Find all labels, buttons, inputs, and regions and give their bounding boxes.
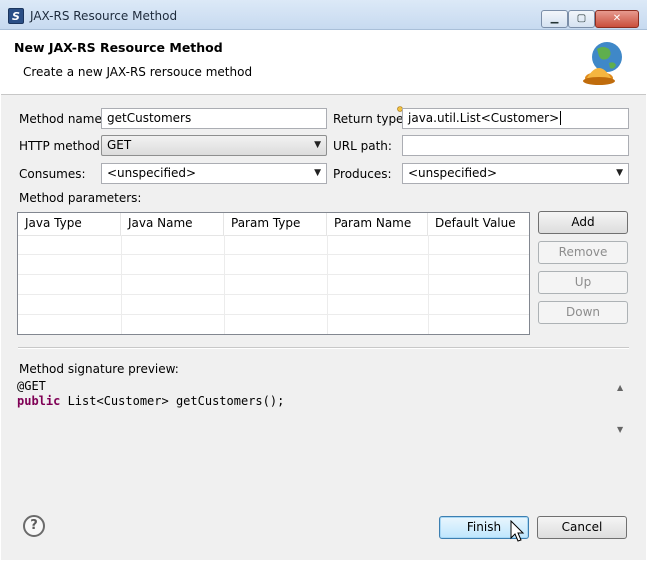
chevron-down-icon: ▼ [616,168,623,178]
table-row[interactable] [18,235,529,255]
column-divider [121,235,122,334]
minimize-button[interactable]: ▁ [541,10,568,28]
column-divider [327,235,328,334]
minimize-icon: ▁ [550,13,559,24]
column-header-param-type[interactable]: Param Type [224,213,327,235]
cancel-button[interactable]: Cancel [537,516,627,539]
column-divider [428,235,429,334]
globe-bell-icon [583,42,622,85]
chevron-down-icon: ▼ [314,140,321,150]
produces-value: <unspecified> [408,166,498,180]
http-method-label: HTTP method: [19,139,104,153]
consumes-select[interactable]: <unspecified> ▼ [101,163,327,184]
http-method-value: GET [107,138,132,152]
method-name-input[interactable]: getCustomers [101,108,327,129]
preview-line-annotation: @GET [17,379,46,393]
http-method-select[interactable]: GET ▼ [101,135,327,156]
table-header: Java Type Java Name Param Type Param Nam… [18,213,529,236]
consumes-value: <unspecified> [107,166,197,180]
method-parameters-table[interactable]: Java Type Java Name Param Type Param Nam… [17,212,530,335]
remove-button[interactable]: Remove [538,241,628,264]
add-button[interactable]: Add [538,211,628,234]
page-title: New JAX-RS Resource Method [14,40,223,55]
close-button[interactable]: ✕ [595,10,639,28]
url-path-label: URL path: [333,139,392,153]
column-header-param-name[interactable]: Param Name [327,213,428,235]
maximize-button[interactable]: ▢ [568,10,595,28]
produces-select[interactable]: <unspecified> ▼ [402,163,629,184]
table-row[interactable] [18,275,529,295]
produces-label: Produces: [333,167,392,181]
url-path-input[interactable] [402,135,629,156]
window-title: JAX-RS Resource Method [30,9,178,23]
method-parameters-label: Method parameters: [19,191,142,205]
eclipse-s-icon: S [8,8,24,24]
scroll-up-icon[interactable]: ▲ [617,383,623,392]
column-divider [224,235,225,334]
close-icon: ✕ [612,13,622,24]
preview-keyword: public [17,394,61,408]
column-header-default-value[interactable]: Default Value [428,213,529,235]
preview-line-signature: public List<Customer> getCustomers(); [17,394,629,409]
separator [18,347,629,349]
up-button[interactable]: Up [538,271,628,294]
mouse-pointer-icon [510,520,525,542]
signature-preview-label: Method signature preview: [19,362,179,376]
consumes-label: Consumes: [19,167,86,181]
scroll-down-icon[interactable]: ▼ [617,425,623,434]
return-type-input[interactable]: java.util.List<Customer> [402,108,629,129]
column-header-java-name[interactable]: Java Name [121,213,224,235]
maximize-icon: ▢ [576,13,587,24]
column-header-java-type[interactable]: Java Type [18,213,121,235]
down-button[interactable]: Down [538,301,628,324]
dialog-header: New JAX-RS Resource Method Create a new … [1,31,646,95]
preview-signature-rest: List<Customer> getCustomers(); [60,394,285,408]
table-row[interactable] [18,255,529,275]
text-cursor [560,111,562,125]
return-type-value: java.util.List<Customer> [408,111,560,125]
page-subtitle: Create a new JAX-RS rersouce method [23,65,253,79]
preview-scrollbar[interactable]: ▲ ▼ [613,379,629,438]
method-name-label: Method name: [19,112,106,126]
table-row[interactable] [18,295,529,315]
chevron-down-icon: ▼ [314,168,321,178]
signature-preview[interactable]: @GET public List<Customer> getCustomers(… [17,379,629,438]
help-icon[interactable]: ? [23,515,45,537]
return-type-label: Return type: [333,112,408,126]
